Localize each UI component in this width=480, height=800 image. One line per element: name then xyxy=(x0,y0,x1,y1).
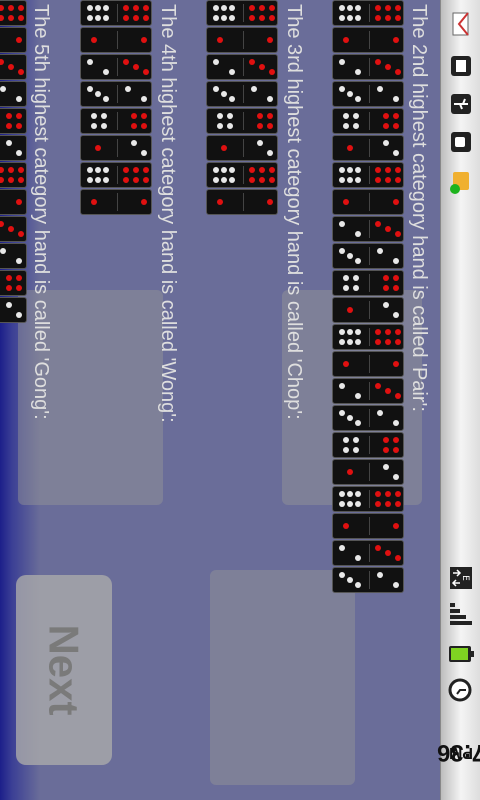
domino-tile xyxy=(0,135,27,161)
domino-tile xyxy=(332,270,404,296)
domino-tile xyxy=(332,135,404,161)
battery-icon xyxy=(445,638,477,670)
label-gong: The 5th highest category hand is called … xyxy=(30,4,52,420)
domino-tile xyxy=(80,189,152,215)
label-chop: The 3rd highest category hand is called … xyxy=(283,4,305,420)
domino-tile xyxy=(206,54,278,80)
domino-tile xyxy=(206,162,278,188)
sim-toolkit-icon xyxy=(445,50,477,82)
domino-tile xyxy=(332,243,404,269)
domino-tile xyxy=(80,135,152,161)
domino-tile xyxy=(0,162,27,188)
domino-tile xyxy=(0,270,27,296)
signal-icon xyxy=(445,598,477,630)
domino-tile xyxy=(80,0,152,26)
status-clock: 7:36 PM xyxy=(437,712,480,792)
label-wong: The 4th highest category hand is called … xyxy=(157,4,179,423)
domino-tile xyxy=(80,81,152,107)
domino-tile xyxy=(332,486,404,512)
domino-tile xyxy=(80,27,152,53)
market-update-icon xyxy=(445,166,477,198)
clock-suffix: PM xyxy=(449,744,473,761)
domino-tile xyxy=(332,189,404,215)
domino-tile xyxy=(332,459,404,485)
android-debug-icon xyxy=(445,126,477,158)
domino-tile xyxy=(332,540,404,566)
domino-tile xyxy=(332,351,404,377)
screen: The 2nd highest category hand is called … xyxy=(0,0,480,800)
domino-tile xyxy=(332,324,404,350)
domino-tile xyxy=(0,297,27,323)
domino-tile xyxy=(0,216,27,242)
next-button[interactable]: Next xyxy=(16,575,112,765)
domino-tile xyxy=(332,405,404,431)
domino-tile xyxy=(0,0,27,26)
domino-tile xyxy=(206,108,278,134)
domino-tile xyxy=(332,108,404,134)
domino-tile xyxy=(206,189,278,215)
domino-tile xyxy=(332,162,404,188)
label-pair: The 2nd highest category hand is called … xyxy=(408,4,430,412)
status-bar: E 7:36 PM xyxy=(437,0,480,800)
domino-tile xyxy=(206,135,278,161)
domino-tile xyxy=(332,378,404,404)
domino-tile xyxy=(332,81,404,107)
domino-tile xyxy=(0,54,27,80)
domino-tile xyxy=(0,189,27,215)
data-arrows-icon: E xyxy=(445,562,477,594)
domino-tile xyxy=(332,297,404,323)
domino-tile xyxy=(206,81,278,107)
usb-icon xyxy=(445,88,477,120)
domino-tile xyxy=(0,243,27,269)
domino-tile xyxy=(206,27,278,53)
domino-tile xyxy=(80,54,152,80)
domino-tile xyxy=(332,432,404,458)
network-type-label: E xyxy=(460,575,470,581)
alarm-icon xyxy=(445,674,477,706)
domino-tile xyxy=(0,27,27,53)
domino-tile xyxy=(0,81,27,107)
domino-tile xyxy=(332,567,404,593)
domino-tile xyxy=(332,54,404,80)
domino-tile xyxy=(332,27,404,53)
next-button-label: Next xyxy=(40,624,88,716)
panel-chop xyxy=(210,570,355,785)
domino-tile xyxy=(80,108,152,134)
domino-tile xyxy=(0,108,27,134)
domino-tile xyxy=(332,0,404,26)
domino-tile xyxy=(332,216,404,242)
gmail-icon xyxy=(445,8,477,40)
domino-tile xyxy=(80,162,152,188)
domino-tile xyxy=(332,513,404,539)
domino-tile xyxy=(206,0,278,26)
